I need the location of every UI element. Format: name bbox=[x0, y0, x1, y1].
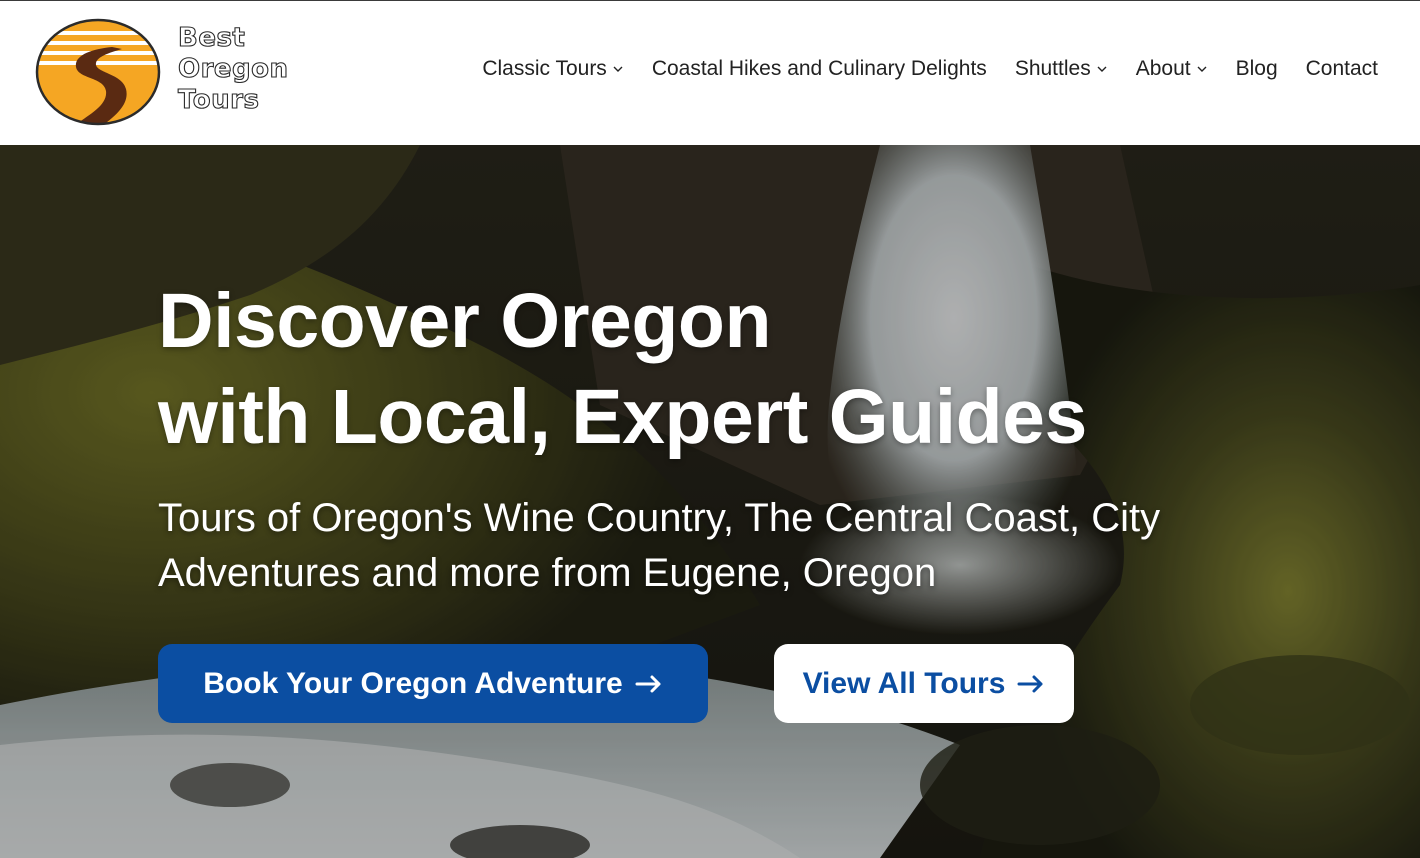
hero-subtitle: Tours of Oregon's Wine Country, The Cent… bbox=[158, 496, 1161, 595]
nav-item-label: Classic Tours bbox=[482, 57, 607, 80]
logo-word-1: Best bbox=[177, 22, 246, 53]
logo-word-3: Tours bbox=[177, 84, 260, 115]
hero-title: Discover Oregon with Local, Expert Guide… bbox=[158, 273, 1087, 465]
logo-word-2: Oregon bbox=[177, 53, 289, 84]
hero-section: Discover Oregon with Local, Expert Guide… bbox=[0, 145, 1420, 858]
main-navigation: Classic Tours Coastal Hikes and Culinary… bbox=[482, 57, 1378, 81]
nav-item-classic-tours[interactable]: Classic Tours bbox=[482, 57, 623, 81]
book-adventure-label: Book Your Oregon Adventure bbox=[203, 666, 623, 700]
nav-item-blog[interactable]: Blog bbox=[1236, 57, 1278, 81]
nav-item-label: About bbox=[1135, 57, 1191, 80]
nav-item-label: Blog bbox=[1235, 57, 1278, 80]
hero-title-line-1: Discover Oregon bbox=[158, 278, 771, 364]
chevron-down-icon bbox=[1197, 66, 1207, 72]
book-adventure-button[interactable]: Book Your Oregon Adventure bbox=[158, 644, 708, 723]
site-logo[interactable]: Best Oregon Tours bbox=[34, 17, 289, 129]
site-header: Best Oregon Tours Classic Tours Coastal … bbox=[0, 1, 1420, 145]
winding-road-sun-logo-icon bbox=[35, 18, 161, 126]
nav-item-label: Shuttles bbox=[1014, 57, 1091, 80]
nav-item-contact[interactable]: Contact bbox=[1306, 57, 1378, 81]
view-all-tours-label: View All Tours bbox=[802, 666, 1006, 700]
nav-item-label: Coastal Hikes and Culinary Delights bbox=[651, 57, 987, 80]
nav-item-shuttles[interactable]: Shuttles bbox=[1015, 57, 1108, 81]
view-all-tours-button[interactable]: View All Tours bbox=[774, 644, 1074, 723]
chevron-down-icon bbox=[1097, 66, 1107, 72]
hero-title-line-2: with Local, Expert Guides bbox=[158, 374, 1087, 460]
logo-wordmark: Best Oregon Tours bbox=[177, 22, 289, 116]
chevron-down-icon bbox=[613, 66, 623, 72]
nav-item-label: Contact bbox=[1305, 57, 1378, 80]
nav-item-coastal-hikes[interactable]: Coastal Hikes and Culinary Delights bbox=[652, 57, 987, 81]
arrow-right-icon bbox=[635, 675, 661, 692]
nav-item-about[interactable]: About bbox=[1136, 57, 1208, 81]
arrow-right-icon bbox=[1017, 675, 1043, 692]
